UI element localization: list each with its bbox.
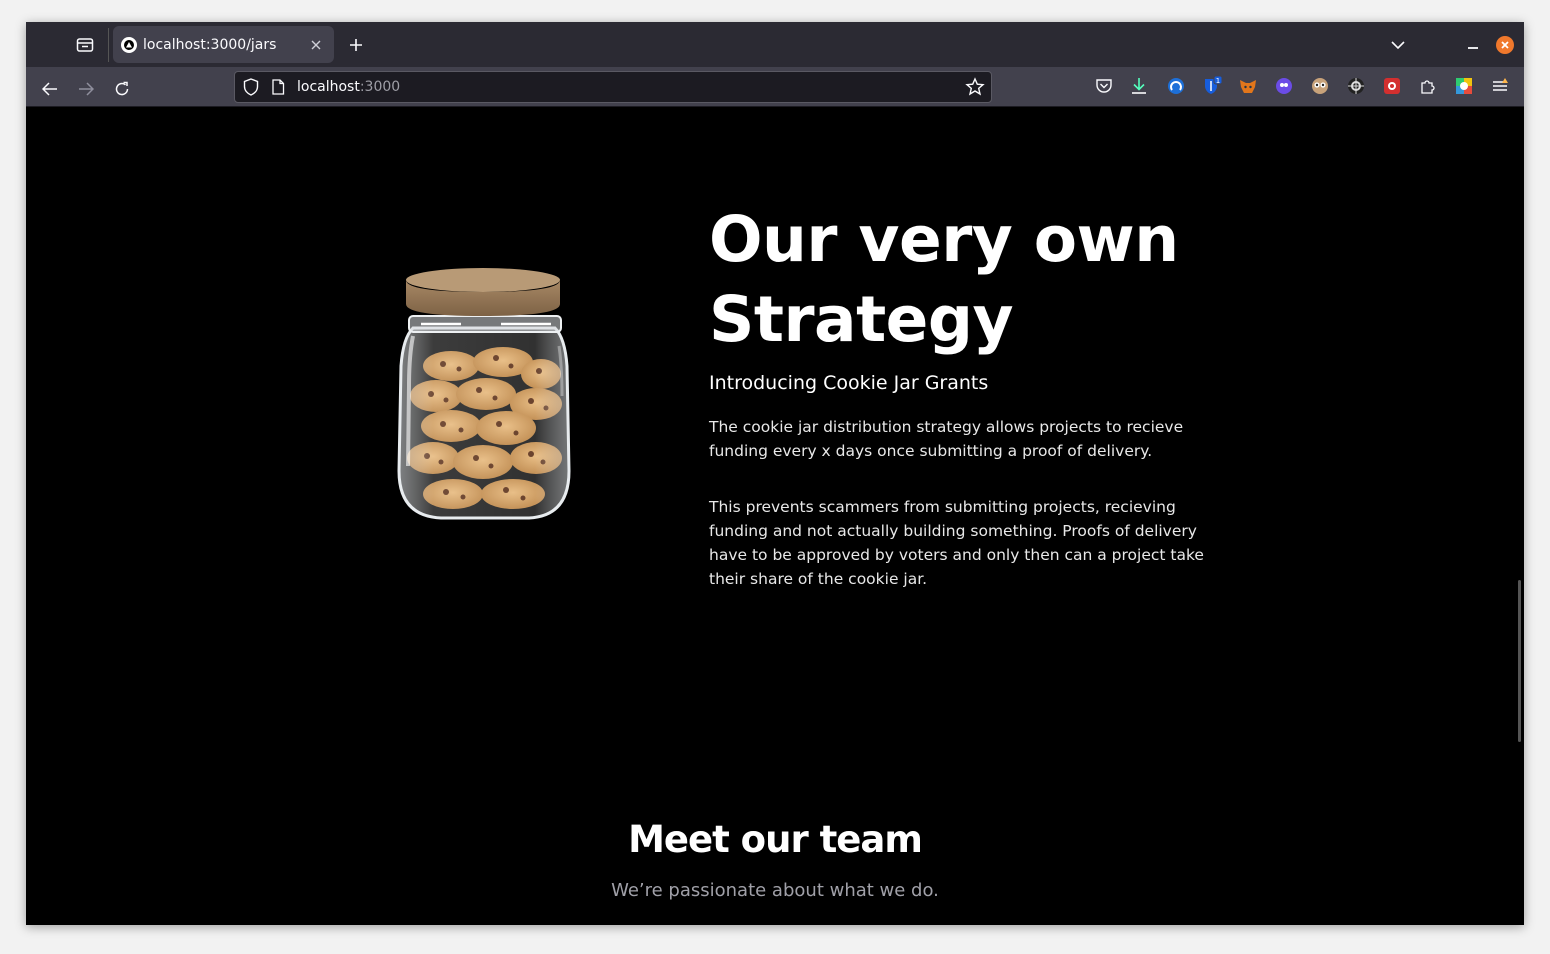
shield-icon[interactable] [243,78,259,100]
cookie-jar-image [391,266,576,530]
new-tab-icon[interactable] [344,33,368,57]
hero-heading-line2: Strategy [709,283,1014,356]
url-port: :3000 [359,79,401,95]
forward-arrow-icon[interactable] [72,75,100,103]
metamask-icon[interactable] [1238,76,1258,96]
browser-window: localhost:3000/jars localhost:3000 1 Our… [26,22,1524,925]
pocket-icon[interactable] [1094,76,1114,96]
hero-subheading: Introducing Cookie Jar Grants [709,372,989,394]
team-title: Meet our team [628,818,923,861]
page-content: Our very own Strategy Introducing Cookie… [26,108,1524,925]
chevron-down-icon[interactable] [1386,33,1410,57]
extension-multicolor-icon[interactable] [1454,76,1474,96]
download-icon[interactable] [1129,76,1149,96]
svg-text:1: 1 [1216,77,1220,85]
extension-red-icon[interactable] [1382,76,1402,96]
url-host: localhost [297,79,360,95]
tab-title: localhost:3000/jars [143,36,277,53]
bookmark-star-icon[interactable] [965,77,985,101]
page-icon[interactable] [271,79,285,99]
extension-dark-icon[interactable] [1346,76,1366,96]
close-tab-icon[interactable] [304,33,328,57]
extension-purple-icon[interactable] [1274,76,1294,96]
favicon-icon [121,36,137,53]
navigation-toolbar: localhost:3000 1 [26,67,1524,107]
tab-sidebar-icon[interactable] [72,32,98,58]
tab-separator [108,28,109,62]
menu-icon[interactable] [1490,76,1510,96]
team-subtitle: We’re passionate about what we do. [611,880,939,901]
minimize-icon[interactable] [1461,33,1485,57]
tab-bar: localhost:3000/jars [26,22,1524,67]
tab-active[interactable]: localhost:3000/jars [113,26,334,63]
extensions-puzzle-icon[interactable] [1418,76,1438,96]
reload-icon[interactable] [108,75,136,103]
hero-paragraph-1: The cookie jar distribution strategy all… [709,418,1184,460]
window-close-icon[interactable] [1496,36,1514,54]
extension-eyes-icon[interactable] [1310,76,1330,96]
hero-heading: Our very own Strategy [709,200,1269,360]
url-text[interactable]: localhost:3000 [297,79,400,95]
hero-heading-line1: Our very own [709,203,1179,276]
bitwarden-icon[interactable]: 1 [1202,76,1222,96]
extension-blue-icon[interactable] [1166,76,1186,96]
url-bar[interactable]: localhost:3000 [234,71,992,103]
scrollbar[interactable] [1518,580,1521,742]
back-arrow-icon[interactable] [36,75,64,103]
hero-paragraph-2: This prevents scammers from submitting p… [709,498,1204,588]
